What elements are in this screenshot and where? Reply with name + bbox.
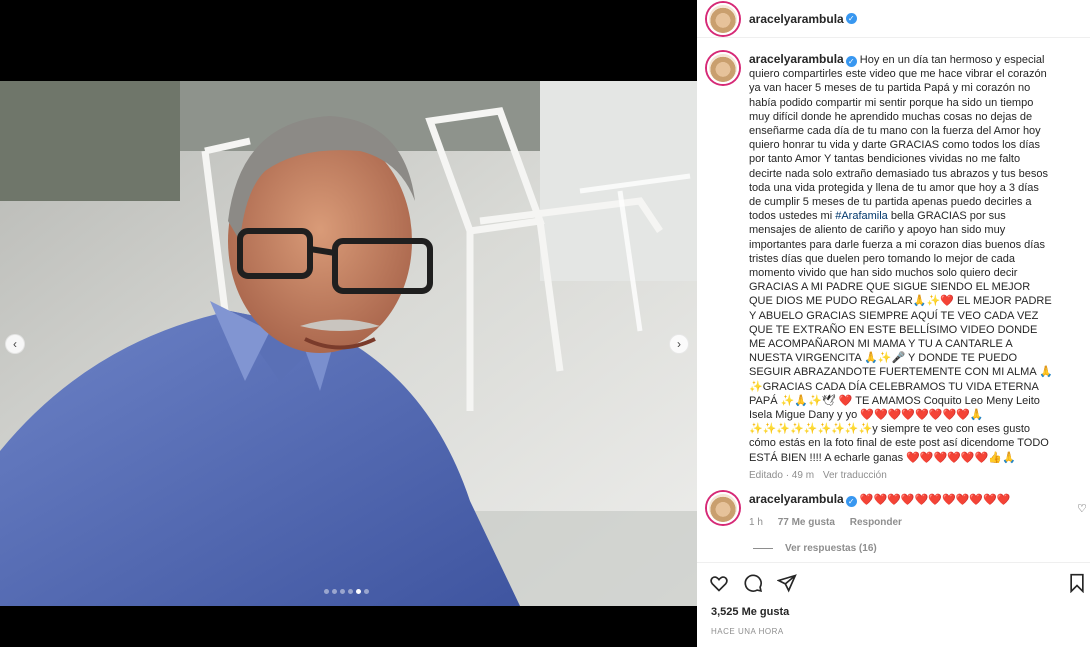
carousel-dot [364,589,369,594]
comment-icon[interactable] [743,573,763,598]
media-panel: ‹ › [0,0,697,647]
divider [753,548,773,549]
photo-image [0,81,697,606]
post-header: aracelyarambula ✓ [697,0,1090,38]
caption-body-continued: bella GRACIAS por sus mensajes de alient… [749,210,1053,464]
chevron-right-icon: › [677,337,681,351]
caption-body: Hoy en un día tan hermoso y especial qui… [749,54,1049,223]
caption-username[interactable]: aracelyarambula [749,52,844,66]
carousel-next-button[interactable]: › [669,334,689,354]
comment-meta: 1 h 77 Me gusta Responder [749,516,1054,530]
post-details-panel: aracelyarambula ✓ aracelyarambula ✓ Hoy e… [697,0,1090,647]
view-replies-label[interactable]: Ver respuestas (16) [785,543,877,554]
post-time: HACE UNA HORA [711,627,784,636]
reply-button[interactable]: Responder [850,517,902,528]
comment: aracelyarambula ✓ ❤️❤️❤️❤️❤️❤️❤️❤️❤️❤️❤️ … [707,492,1082,530]
comment-time: 1 h [749,517,763,528]
share-icon[interactable] [776,573,797,598]
hashtag-link[interactable]: #Arafamila [835,210,888,222]
heart-icon[interactable] [709,573,729,598]
avatar[interactable] [707,52,739,84]
action-bar [709,573,797,598]
verified-badge-icon: ✓ [845,496,857,507]
caption-meta: Editado · 49 m Ver traducción [749,470,1054,481]
likes-count[interactable]: 3,525 Me gusta [711,606,789,618]
caption: aracelyarambula ✓ Hoy en un día tan hermo… [707,52,1082,481]
carousel-dot [340,589,345,594]
edited-time: Editado · 49 m [749,469,815,481]
carousel-prev-button[interactable]: ‹ [5,334,25,354]
comment-text: ❤️❤️❤️❤️❤️❤️❤️❤️❤️❤️❤️ [859,494,1011,506]
avatar[interactable] [707,492,739,524]
post-photo[interactable] [0,81,697,606]
see-translation-link[interactable]: Ver traducción [823,470,887,481]
carousel-dot [348,589,353,594]
carousel-dot [332,589,337,594]
view-replies[interactable]: Ver respuestas (16) [753,543,877,554]
header-username[interactable]: aracelyarambula [749,12,844,26]
chevron-left-icon: ‹ [13,337,17,351]
comment-likes[interactable]: 77 Me gusta [778,517,835,528]
bookmark-icon[interactable] [1067,573,1087,598]
carousel-dot-active [356,589,361,594]
verified-badge-icon: ✓ [845,13,857,24]
avatar[interactable] [707,2,739,35]
carousel-indicator [324,589,369,594]
carousel-dot [324,589,329,594]
caption-text: aracelyarambula ✓ Hoy en un día tan hermo… [749,52,1054,465]
divider [697,562,1090,563]
comment-like-heart-icon[interactable]: ♡ [1077,502,1087,515]
comment-username[interactable]: aracelyarambula [749,492,844,506]
verified-badge-icon: ✓ [845,56,857,67]
